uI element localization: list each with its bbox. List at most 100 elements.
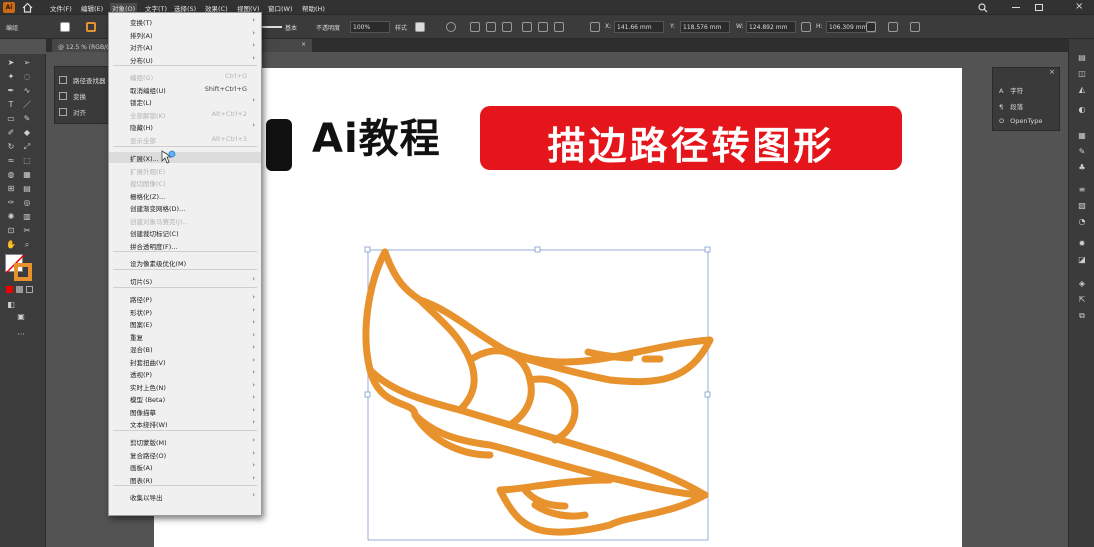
y-input[interactable]: 118.576 mm (680, 21, 730, 33)
appearance-icon[interactable]: ✹ (1077, 239, 1087, 249)
hand-tool-icon[interactable]: ✋ (6, 240, 16, 250)
paintbrush-tool-icon[interactable]: ✎ (22, 114, 32, 124)
gradient-mode-icon[interactable] (16, 286, 23, 293)
gradient-tool-icon[interactable]: ▤ (22, 184, 32, 194)
object-menu-item[interactable]: 混合(B) › (109, 343, 261, 354)
color-icon[interactable]: ◐ (1077, 105, 1087, 115)
layers-panel-icon[interactable]: ◈ (1077, 279, 1087, 289)
pen-tool-icon[interactable]: ✒ (6, 86, 16, 96)
object-menu-item[interactable]: 封套扭曲(V) › (109, 356, 261, 367)
menu-file[interactable]: 文件(F) (50, 3, 72, 13)
opacity-input[interactable]: 100% (350, 21, 390, 33)
none-mode-icon[interactable] (26, 286, 33, 293)
artboard-tool-icon[interactable]: ⊡ (6, 226, 16, 236)
artboards-icon[interactable]: ⧉ (1077, 311, 1087, 321)
object-menu-item[interactable]: 分布(U) › (109, 54, 261, 65)
direct-selection-tool-icon[interactable]: ➢ (22, 58, 32, 68)
reference-point-icon[interactable] (590, 22, 600, 32)
lasso-tool-icon[interactable]: ◌ (22, 72, 32, 82)
panel-item-pathfinder[interactable]: 路径查找器 (59, 75, 106, 87)
object-menu-item[interactable]: 模型 (Beta) › (109, 393, 261, 404)
swatches-icon[interactable]: ▦ (1077, 131, 1087, 141)
stroke-icon[interactable]: ≡ (1077, 185, 1087, 195)
stroke-swatch[interactable] (86, 22, 96, 32)
object-menu-item[interactable]: 剪切蒙版(M) › (109, 436, 261, 447)
object-menu-item[interactable]: 复合路径(O) › (109, 449, 261, 460)
ai-logo[interactable]: Ai (3, 2, 15, 13)
panel-item-opentype[interactable]: O OpenType (999, 117, 1042, 125)
eyedropper-tool-icon[interactable]: ✑ (6, 198, 16, 208)
object-menu-item[interactable]: 画板(A) › (109, 461, 261, 472)
object-menu-item[interactable]: 创建裁切标记(C) (109, 227, 261, 238)
more-tools-icon[interactable]: ··· (16, 330, 26, 340)
free-transform-tool-icon[interactable]: ⬚ (22, 156, 32, 166)
object-menu-item[interactable]: 实时上色(N) › (109, 381, 261, 392)
object-menu-item[interactable]: 排列(A) › (109, 29, 261, 40)
style-swatch[interactable] (415, 22, 425, 32)
magic-wand-icon[interactable]: ✦ (6, 72, 16, 82)
object-menu-item[interactable]: 重复 › (109, 331, 261, 342)
libraries-icon[interactable]: ◭ (1077, 85, 1087, 95)
object-menu-item[interactable]: 隐藏(H) › (109, 121, 261, 132)
arrange-icon[interactable] (910, 22, 920, 32)
object-menu-item[interactable]: 取消编组(U) Shift+Ctrl+G (109, 84, 261, 95)
width-input[interactable]: 124.892 mm (746, 21, 796, 33)
object-menu-item[interactable]: 对齐(A) › (109, 41, 261, 52)
shaper-tool-icon[interactable]: ✐ (6, 128, 16, 138)
transform-icon[interactable] (866, 22, 876, 32)
search-icon[interactable] (978, 3, 988, 13)
object-menu-item[interactable]: 拼合透明度(F)... (109, 240, 261, 251)
fill-swatch[interactable] (60, 22, 70, 32)
object-menu-item[interactable]: 栅格化(Z)... (109, 190, 261, 201)
close-tab-icon[interactable]: × (301, 41, 306, 48)
panel-menu-icon[interactable] (930, 22, 940, 32)
asset-export-icon[interactable]: ⇱ (1077, 295, 1087, 305)
object-menu-item[interactable]: 锁定(L) › (109, 96, 261, 107)
shape-builder-tool-icon[interactable]: ◍ (6, 170, 16, 180)
menu-edit[interactable]: 编辑(E) (81, 3, 103, 13)
graph-tool-icon[interactable]: ▥ (22, 212, 32, 222)
brushes-icon[interactable]: ✎ (1077, 147, 1087, 157)
menu-help[interactable]: 帮助(H) (302, 3, 325, 13)
rectangle-tool-icon[interactable]: ▭ (6, 114, 16, 124)
object-menu-item[interactable]: 收集以导出 › (109, 491, 261, 502)
object-menu-item[interactable]: 图案(E) › (109, 318, 261, 329)
scale-tool-icon[interactable]: ⤢ (22, 142, 32, 152)
object-menu-item[interactable]: 路径(P) › (109, 293, 261, 304)
rotate-tool-icon[interactable]: ↻ (6, 142, 16, 152)
properties-icon[interactable]: ▤ (1077, 53, 1087, 63)
symbols-icon[interactable]: ♣ (1077, 163, 1087, 173)
home-icon[interactable] (22, 2, 33, 13)
align-left-icon[interactable] (470, 22, 480, 32)
curvature-tool-icon[interactable]: ∿ (22, 86, 32, 96)
width-tool-icon[interactable]: ≈ (6, 156, 16, 166)
x-input[interactable]: 141.66 mm (614, 21, 664, 33)
object-menu-item[interactable]: 图像描摹 › (109, 406, 261, 417)
edamame-illustration[interactable] (360, 240, 720, 547)
panel-item-align[interactable]: 对齐 (59, 107, 86, 119)
object-menu-item[interactable]: 形状(P) › (109, 306, 261, 317)
transparency-icon[interactable]: ◔ (1077, 217, 1087, 227)
perspective-grid-tool-icon[interactable]: ▦ (22, 170, 32, 180)
zoom-tool-icon[interactable]: ⌕ (22, 240, 32, 250)
selection-tool-icon[interactable]: ➤ (6, 58, 16, 68)
menu-window[interactable]: 窗口(W) (268, 3, 293, 13)
panel-item-paragraph[interactable]: ¶ 段落 (999, 101, 1023, 111)
object-menu-item[interactable]: 文本绕排(W) › (109, 418, 261, 429)
align-right-icon[interactable] (502, 22, 512, 32)
mesh-tool-icon[interactable]: ⊞ (6, 184, 16, 194)
symbol-sprayer-tool-icon[interactable]: ✺ (6, 212, 16, 222)
align-center-icon[interactable] (486, 22, 496, 32)
object-menu-item[interactable]: 扩展(X)... (109, 152, 261, 163)
graphic-styles-icon[interactable]: ◪ (1077, 255, 1087, 265)
screen-mode-icon[interactable]: ▣ (16, 312, 26, 322)
link-icon[interactable] (801, 22, 811, 32)
panel-close-icon[interactable]: × (1049, 68, 1055, 76)
restore-button[interactable] (1035, 4, 1043, 11)
panel-item-transform[interactable]: 变换 (59, 91, 86, 103)
object-menu-item[interactable]: 透视(P) › (109, 368, 261, 379)
object-menu-item[interactable]: 切片(S) › (109, 275, 261, 286)
eraser-tool-icon[interactable]: ◆ (22, 128, 32, 138)
object-menu-item[interactable]: 创建渐变网格(D)... (109, 202, 261, 213)
minimize-button[interactable] (1012, 7, 1020, 8)
